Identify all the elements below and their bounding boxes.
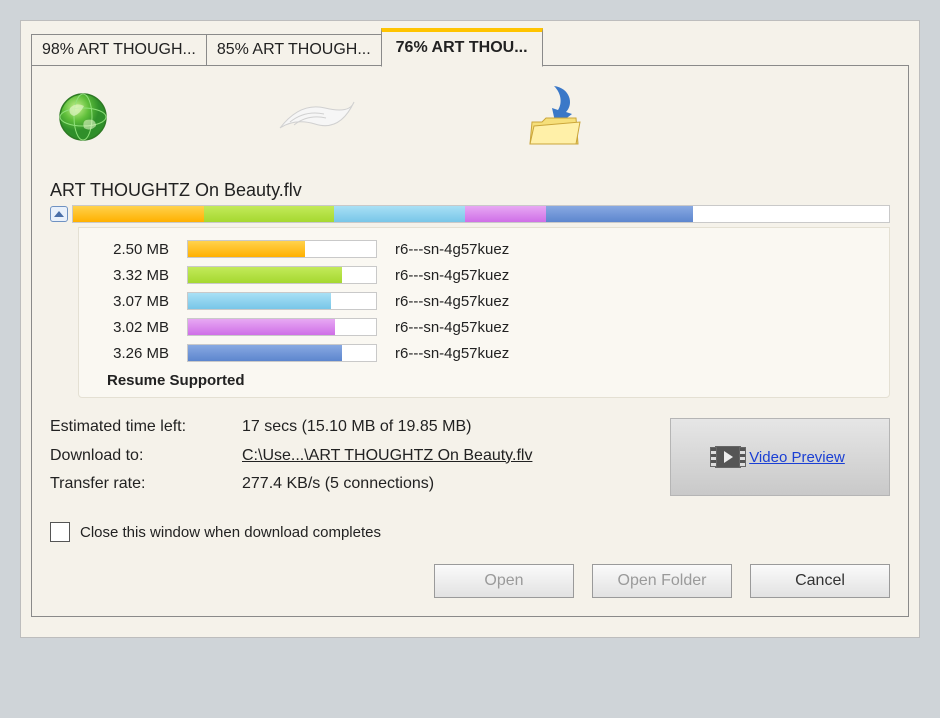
close-on-complete-label: Close this window when download complete… [80, 524, 381, 541]
tab-3[interactable]: 76% ART THOU... [381, 28, 543, 67]
segment-host: r6---sn-4g57kuez [395, 241, 509, 258]
tabs-bar: 98% ART THOUGH... 85% ART THOUGH... 76% … [31, 28, 909, 66]
segment-row: 2.50 MB r6---sn-4g57kuez [89, 236, 879, 262]
overall-segment [334, 206, 465, 222]
destination-label: Download to: [50, 447, 236, 465]
open-button[interactable]: Open [434, 564, 574, 598]
video-preview-link[interactable]: Video Preview [749, 449, 845, 466]
close-on-complete-row: Close this window when download complete… [50, 522, 890, 542]
segment-size: 3.32 MB [89, 267, 169, 284]
icon-strip [50, 82, 890, 174]
segments-panel: 2.50 MB r6---sn-4g57kuez 3.32 MB r6---sn-4g… [78, 227, 890, 398]
segment-host: r6---sn-4g57kuez [395, 319, 509, 336]
transfer-rate-value: 277.4 KB/s (5 connections) [242, 475, 664, 493]
info-grid: Estimated time left: 17 secs (15.10 MB o… [50, 418, 890, 496]
eta-label: Estimated time left: [50, 418, 236, 436]
tab-2[interactable]: 85% ART THOUGH... [206, 34, 382, 66]
cancel-button[interactable]: Cancel [750, 564, 890, 598]
tab-panel: ART THOUGHTZ On Beauty.flv 2.50 MB r6---s… [31, 65, 909, 617]
overall-progress-row [50, 205, 890, 223]
eta-value: 17 secs (15.10 MB of 19.85 MB) [242, 418, 664, 436]
overall-segment [546, 206, 693, 222]
segment-progress-bar [187, 240, 377, 258]
segment-host: r6---sn-4g57kuez [395, 293, 509, 310]
segment-host: r6---sn-4g57kuez [395, 345, 509, 362]
overall-segment [465, 206, 547, 222]
folder-arrow-icon [520, 82, 590, 152]
open-folder-button[interactable]: Open Folder [592, 564, 732, 598]
segment-host: r6---sn-4g57kuez [395, 267, 509, 284]
overall-progress-bar [72, 205, 890, 223]
overall-segment [73, 206, 204, 222]
segment-progress-bar [187, 292, 377, 310]
film-icon [715, 446, 741, 468]
download-dialog: 98% ART THOUGH... 85% ART THOUGH... 76% … [20, 20, 920, 638]
segment-row: 3.07 MB r6---sn-4g57kuez [89, 288, 879, 314]
segment-row: 3.02 MB r6---sn-4g57kuez [89, 314, 879, 340]
close-on-complete-checkbox[interactable] [50, 522, 70, 542]
segment-size: 3.26 MB [89, 345, 169, 362]
resume-status: Resume Supported [89, 366, 879, 391]
overall-segment [204, 206, 335, 222]
segment-row: 3.26 MB r6---sn-4g57kuez [89, 340, 879, 366]
destination-path[interactable]: C:\Use...\ART THOUGHTZ On Beauty.flv [242, 447, 664, 465]
globe-icon [56, 90, 110, 144]
segment-progress-bar [187, 318, 377, 336]
segment-size: 2.50 MB [89, 241, 169, 258]
collapse-segments-button[interactable] [50, 206, 68, 222]
segment-progress-bar [187, 266, 377, 284]
button-row: Open Open Folder Cancel [50, 564, 890, 598]
transfer-rate-label: Transfer rate: [50, 475, 236, 493]
segment-size: 3.07 MB [89, 293, 169, 310]
segment-row: 3.32 MB r6---sn-4g57kuez [89, 262, 879, 288]
video-preview-box[interactable]: Video Preview [670, 418, 890, 496]
tab-1[interactable]: 98% ART THOUGH... [31, 34, 207, 66]
file-name: ART THOUGHTZ On Beauty.flv [50, 180, 890, 201]
paper-icon [270, 92, 360, 142]
segment-size: 3.02 MB [89, 319, 169, 336]
segment-progress-bar [187, 344, 377, 362]
